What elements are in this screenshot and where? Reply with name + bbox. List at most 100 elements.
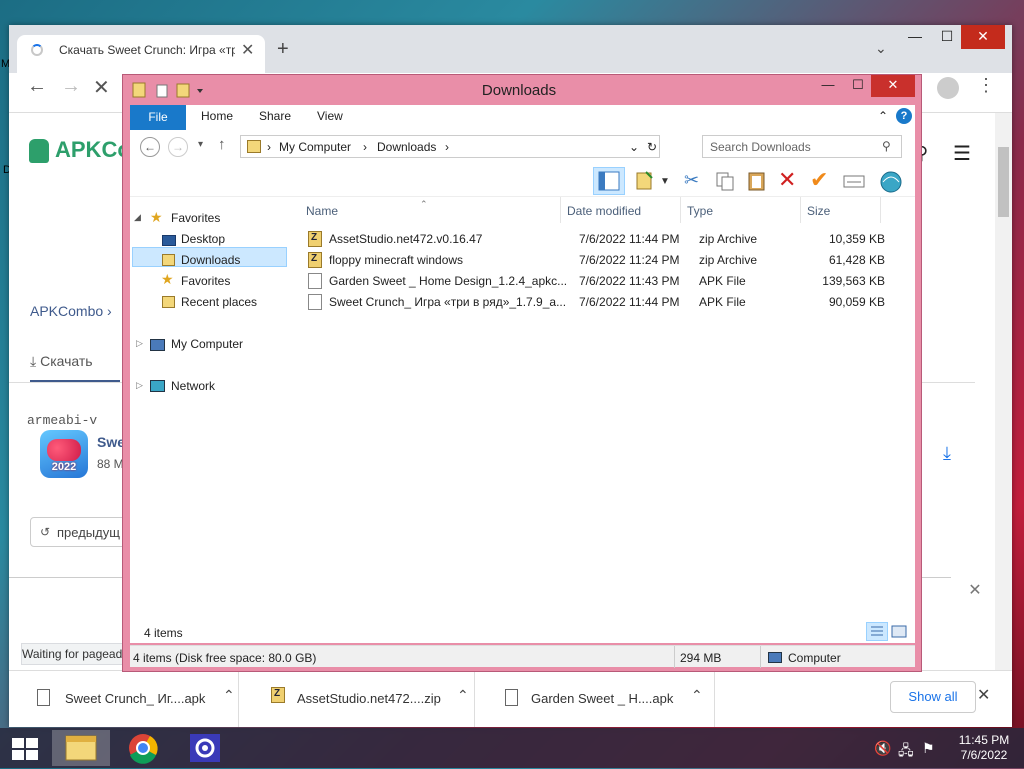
taskbar-chrome-button[interactable]	[114, 730, 172, 766]
action-center-icon[interactable]: ⚑	[922, 740, 935, 757]
browser-menu-icon[interactable]: ⋮	[977, 75, 995, 96]
explorer-title-bar[interactable]: Downloads — ☐ ✕	[123, 75, 921, 105]
properties-icon[interactable]	[634, 170, 656, 197]
column-header-name[interactable]: Name	[306, 204, 338, 218]
help-icon[interactable]: ?	[896, 108, 912, 124]
page-status-text: Waiting for pageads...	[21, 643, 129, 665]
breadcrumb[interactable]: APKCombo ›	[30, 303, 112, 319]
expand-icon[interactable]: ▷	[136, 380, 143, 391]
column-divider[interactable]	[680, 197, 681, 223]
recent-locations-icon[interactable]: ▾	[198, 139, 203, 150]
scrollbar-thumb[interactable]	[998, 147, 1009, 217]
download-tab-icon: ⤓	[30, 353, 37, 369]
ribbon-tab-share[interactable]: Share	[259, 109, 291, 123]
file-row[interactable]: floppy minecraft windows 7/6/2022 11:24 …	[302, 250, 902, 271]
close-shelf-icon[interactable]: ✕	[977, 685, 990, 705]
expand-icon[interactable]: ◢	[134, 212, 141, 223]
file-date: 7/6/2022 11:44 PM	[579, 232, 680, 246]
taskbar-clock[interactable]: 11:45 PM 7/6/2022	[950, 733, 1018, 763]
expand-icon[interactable]: ▷	[136, 338, 143, 349]
nav-favorites[interactable]: Favorites	[171, 211, 220, 225]
forward-button[interactable]: →	[61, 75, 81, 98]
preview-pane-icon[interactable]	[593, 167, 625, 195]
navigation-pane: ◢ ★ Favorites Desktop Downloads ★ Favori…	[130, 197, 290, 637]
ribbon-tab-view[interactable]: View	[317, 109, 343, 123]
file-row[interactable]: Garden Sweet _ Home Design_1.2.4_apkc...…	[302, 271, 902, 292]
address-segment-downloads[interactable]: Downloads	[377, 140, 436, 154]
column-divider[interactable]	[800, 197, 801, 223]
recent-places-icon	[162, 296, 175, 308]
column-divider[interactable]	[560, 197, 561, 223]
paste-icon[interactable]	[746, 170, 768, 197]
delete-icon[interactable]: ✕	[778, 167, 796, 193]
column-divider[interactable]	[880, 197, 881, 223]
back-button[interactable]: ←	[27, 75, 47, 98]
chevron-up-icon[interactable]: ⌃	[691, 687, 703, 704]
item-count: 4 items	[144, 626, 183, 640]
nav-downloads[interactable]: Downloads	[181, 253, 240, 267]
taskbar-settings-button[interactable]	[176, 730, 234, 766]
explorer-close-button[interactable]: ✕	[871, 75, 915, 97]
profile-avatar-icon[interactable]	[937, 77, 959, 99]
file-row[interactable]: Sweet Crunch_ Игра «три в ряд»_1.7.9_a..…	[302, 292, 902, 313]
nav-network[interactable]: Network	[171, 379, 215, 393]
ribbon-tab-file[interactable]: File	[130, 105, 186, 130]
forward-icon[interactable]: →	[168, 137, 188, 157]
refresh-icon[interactable]: ↻	[647, 140, 657, 154]
large-icons-view-icon[interactable]	[890, 623, 908, 640]
search-icon[interactable]: ⚲	[882, 139, 891, 153]
rename-check-icon[interactable]: ✔	[810, 167, 828, 193]
ribbon-collapse-icon[interactable]: ⌃	[878, 109, 888, 123]
column-header-size[interactable]: Size	[807, 204, 830, 218]
address-dropdown-icon[interactable]: ⌄	[629, 140, 639, 154]
column-header-date[interactable]: Date modified	[567, 204, 641, 218]
nav-my-computer[interactable]: My Computer	[171, 337, 243, 351]
tab-search-icon[interactable]: ⌄	[875, 40, 887, 57]
folder-icon	[247, 140, 261, 153]
tab-close-icon[interactable]: ✕	[241, 40, 254, 60]
copy-icon[interactable]	[714, 170, 736, 197]
speaker-muted-icon[interactable]: 🔇	[874, 740, 891, 757]
divider	[760, 646, 761, 668]
windows-start-icon[interactable]	[12, 738, 38, 760]
ribbon-tab-home[interactable]: Home	[201, 109, 233, 123]
file-row[interactable]: AssetStudio.net472.v0.16.47 7/6/2022 11:…	[302, 229, 902, 250]
download-item[interactable]: AssetStudio.net472....zip ⌃	[245, 671, 475, 727]
hamburger-menu-icon[interactable]: ☰	[953, 141, 971, 166]
select-all-icon[interactable]	[842, 170, 866, 197]
up-icon[interactable]: ↑	[218, 136, 226, 153]
explorer-maximize-button[interactable]: ☐	[843, 75, 873, 97]
shell-globe-icon[interactable]	[878, 170, 904, 199]
column-header-type[interactable]: Type	[687, 204, 713, 218]
search-input[interactable]: Search Downloads	[702, 135, 902, 158]
download-tab[interactable]: ⤓ Скачать	[30, 353, 120, 382]
download-icon[interactable]: ⤓	[943, 443, 951, 464]
browser-close-button[interactable]: ✕	[961, 25, 1005, 49]
chevron-up-icon[interactable]: ⌃	[223, 687, 235, 704]
network-icon[interactable]: 🖧	[898, 740, 914, 764]
download-item[interactable]: Sweet Crunch_ Иг....apk ⌃	[9, 671, 239, 727]
taskbar-explorer-button[interactable]	[52, 730, 110, 766]
nav-favorites-folder[interactable]: Favorites	[181, 274, 230, 288]
ad-close-button[interactable]: ✕	[955, 573, 995, 609]
details-view-icon[interactable]	[866, 622, 888, 641]
show-all-button[interactable]: Show all	[890, 681, 976, 713]
apk-file-icon	[308, 273, 322, 289]
dropdown-icon[interactable]: ▼	[660, 176, 670, 187]
cut-icon[interactable]: ✂	[684, 170, 699, 191]
app-name-link[interactable]: Swe	[97, 434, 125, 450]
download-item[interactable]: Garden Sweet _ H....apk ⌃	[485, 671, 715, 727]
divider	[674, 646, 675, 668]
explorer-minimize-button[interactable]: —	[813, 75, 843, 97]
stop-loading-button[interactable]: ✕	[93, 75, 110, 100]
back-icon[interactable]: ←	[140, 137, 160, 157]
file-size: 90,059 KB	[828, 295, 885, 309]
app-size: 88 M	[97, 457, 124, 471]
nav-desktop[interactable]: Desktop	[181, 232, 225, 246]
address-bar[interactable]: › My Computer › Downloads › ⌄ ↻	[240, 135, 660, 158]
chevron-up-icon[interactable]: ⌃	[457, 687, 469, 704]
address-segment-my-computer[interactable]: My Computer	[279, 140, 351, 154]
new-tab-button[interactable]: +	[277, 38, 289, 61]
nav-recent-places[interactable]: Recent places	[181, 295, 257, 309]
site-logo[interactable]: APKCo	[55, 137, 131, 163]
